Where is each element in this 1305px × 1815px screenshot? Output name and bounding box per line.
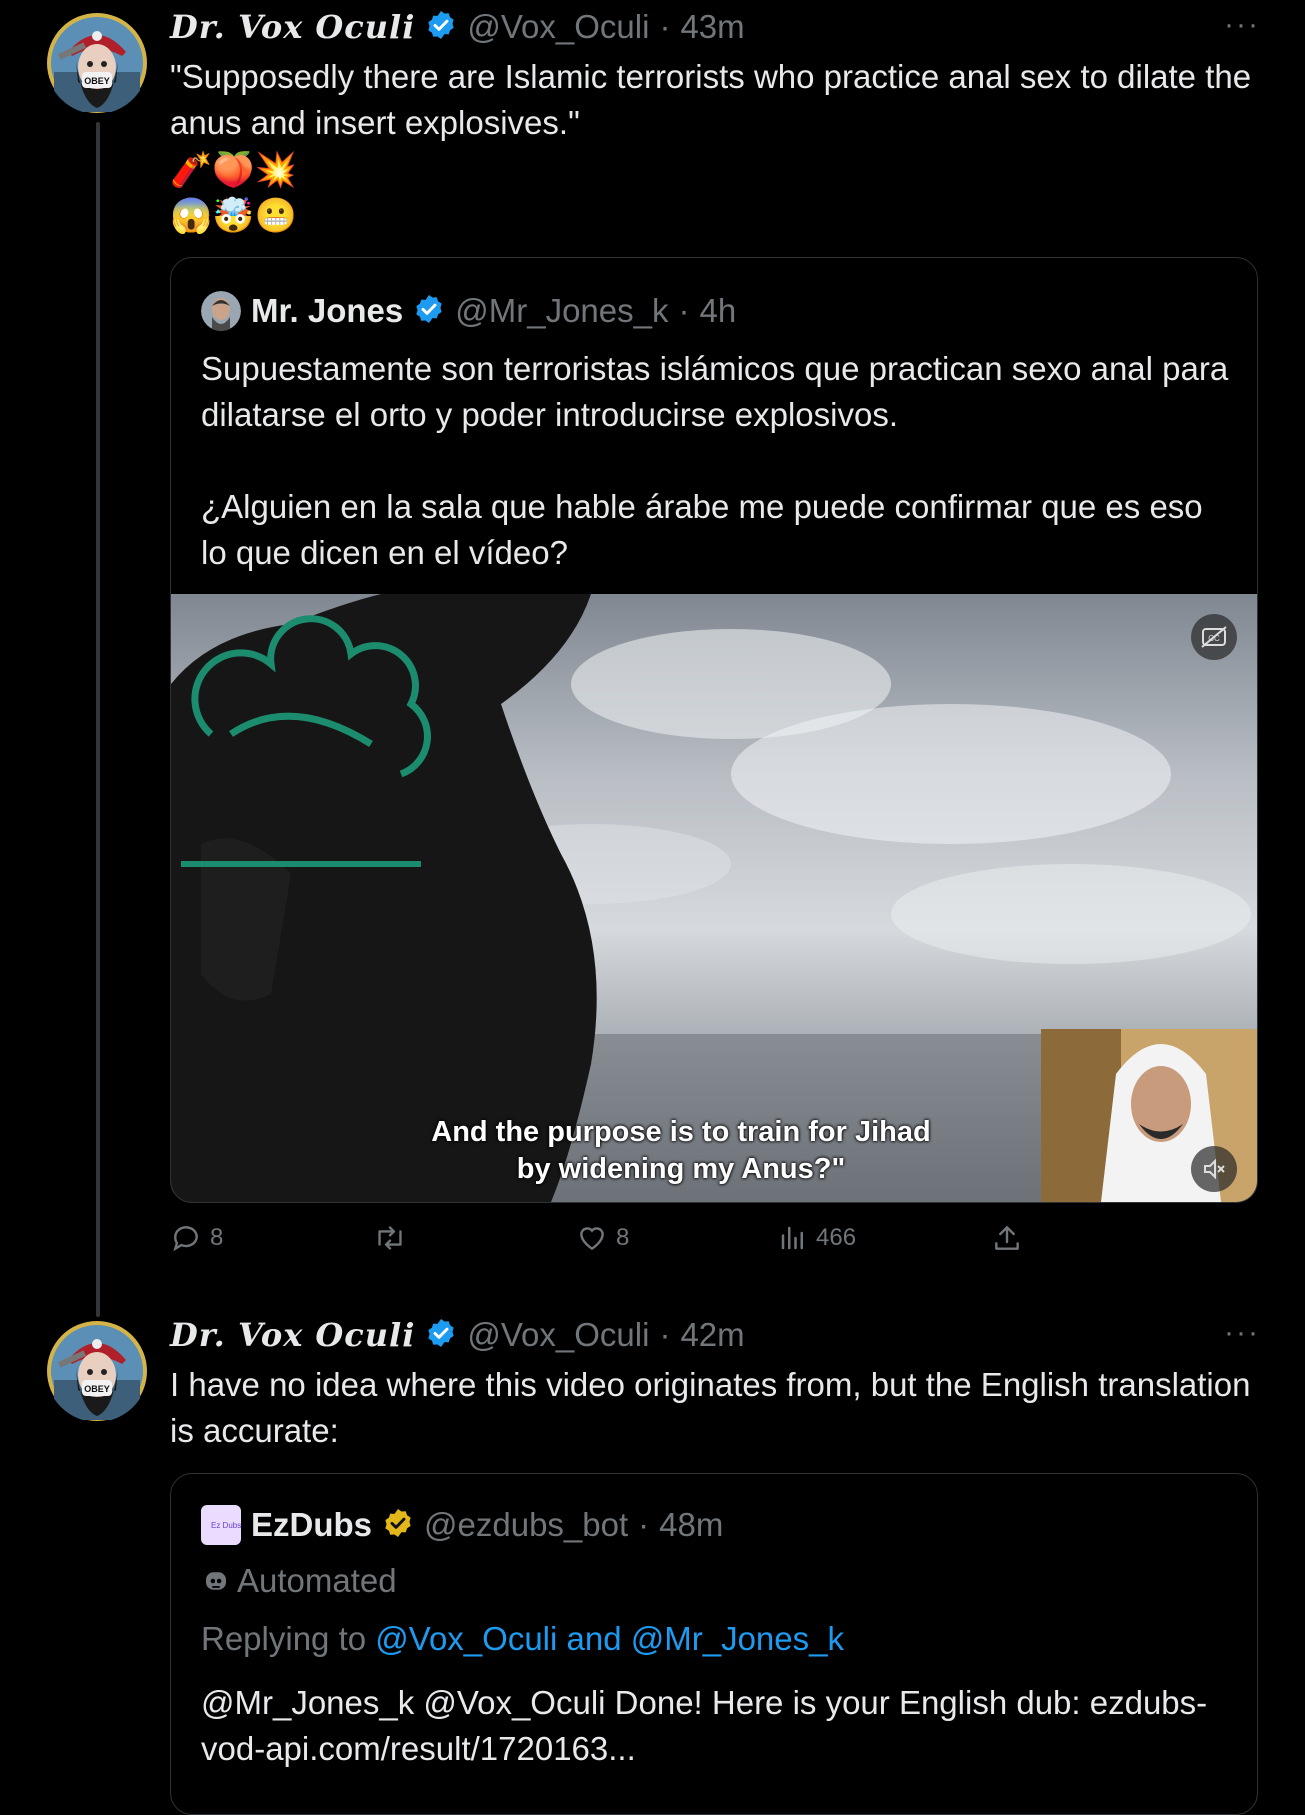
repost-icon [378,1226,402,1250]
mute-icon[interactable] [1191,1146,1237,1192]
post-time[interactable]: 43m [680,8,744,46]
quoted-post[interactable]: Ez Dubs EzDubs @ezdubs_bot · 48m Automat… [170,1473,1258,1815]
repost-button[interactable] [373,1222,415,1254]
view-count: 466 [816,1224,857,1251]
separator-dot: · [638,1506,650,1543]
bot-icon [206,1572,226,1590]
quoted-post-header: Ez Dubs EzDubs @ezdubs_bot · 48m [201,1502,723,1548]
author-name[interactable]: Dr. Vox Oculi [170,8,415,46]
author-name[interactable]: Dr. Vox Oculi [170,1316,415,1354]
verified-badge-icon[interactable] [425,9,457,46]
quoted-post-time[interactable]: 48m [659,1506,723,1544]
share-icon [995,1226,1019,1250]
separator-dot: · [659,1316,671,1353]
heart-icon [580,1227,604,1251]
quoted-post-text: Supuestamente son terroristas islámicos … [201,350,1229,433]
quoted-post-text: ¿Alguien en la sala que hable árabe me p… [201,488,1203,571]
video-frame [171,594,1257,1202]
share-button[interactable] [991,1222,1023,1254]
replying-prefix: Replying to [201,1620,376,1657]
svg-text:CC: CC [1208,634,1220,643]
svg-text:OBEY: OBEY [84,1384,110,1394]
subtitle-line: And the purpose is to train for Jihad [431,1116,931,1148]
quoted-author-name[interactable]: Mr. Jones [251,292,403,330]
post-header: Dr. Vox Oculi @Vox_Oculi · 43m [170,4,745,50]
author-handle[interactable]: @Vox_Oculi [467,1316,649,1354]
replying-to: Replying to @Vox_Oculi and @Mr_Jones_k [201,1620,844,1658]
reply-button[interactable]: 8 [170,1222,223,1254]
like-button[interactable]: 8 [576,1222,629,1254]
verified-badge-icon[interactable] [413,293,445,330]
verified-gold-badge-icon[interactable] [382,1507,414,1544]
separator-dot: · [659,8,671,45]
like-count: 8 [616,1224,630,1251]
captions-icon[interactable]: CC [1191,614,1237,660]
video-subtitle: And the purpose is to train for Jihad by… [401,1114,961,1188]
svg-text:OBEY: OBEY [84,76,110,86]
post-text: "Supposedly there are Islamic terrorists… [170,58,1252,141]
quoted-post-time[interactable]: 4h [699,292,736,330]
more-options-icon[interactable]: ··· [1224,8,1260,42]
quoted-author-handle[interactable]: @Mr_Jones_k [455,292,668,330]
quoted-author-handle[interactable]: @ezdubs_bot [424,1506,628,1544]
quoted-post-text: @Mr_Jones_k @Vox_Oculi Done! Here is you… [201,1684,1208,1767]
automated-label: Automated [201,1558,397,1604]
emoji-line: 🧨🍑💥 [170,151,298,189]
reply-count: 8 [210,1224,224,1251]
author-handle[interactable]: @Vox_Oculi [467,8,649,46]
quoted-post-header: Mr. Jones @Mr_Jones_k · 4h [201,288,736,334]
views-button[interactable]: 466 [778,1222,856,1254]
automated-text: Automated [237,1562,397,1599]
post-header: Dr. Vox Oculi @Vox_Oculi · 42m [170,1312,745,1358]
thread-line [96,122,100,1317]
video-player[interactable]: And the purpose is to train for Jihad by… [171,594,1257,1202]
subtitle-line: by widening my Anus?" [516,1153,846,1185]
replying-to-link[interactable]: @Vox_Oculi and @Mr_Jones_k [375,1620,844,1657]
post-time[interactable]: 42m [680,1316,744,1354]
verified-badge-icon[interactable] [425,1317,457,1354]
quoted-author-name[interactable]: EzDubs [251,1506,372,1544]
emoji-line: 😱🤯😬 [170,197,298,235]
avatar[interactable]: OBEY [46,12,148,114]
analytics-icon [781,1226,803,1250]
more-options-icon[interactable]: ··· [1224,1316,1260,1350]
quoted-post[interactable]: Mr. Jones @Mr_Jones_k · 4h Supuestamente… [170,257,1258,1203]
quoted-avatar[interactable] [201,291,241,331]
reply-icon [173,1226,198,1252]
post-text: I have no idea where this video originat… [170,1366,1251,1449]
ezdubs-logo[interactable]: Ez Dubs [201,1505,241,1545]
separator-dot: · [678,292,690,329]
avatar[interactable]: OBEY [46,1320,148,1422]
